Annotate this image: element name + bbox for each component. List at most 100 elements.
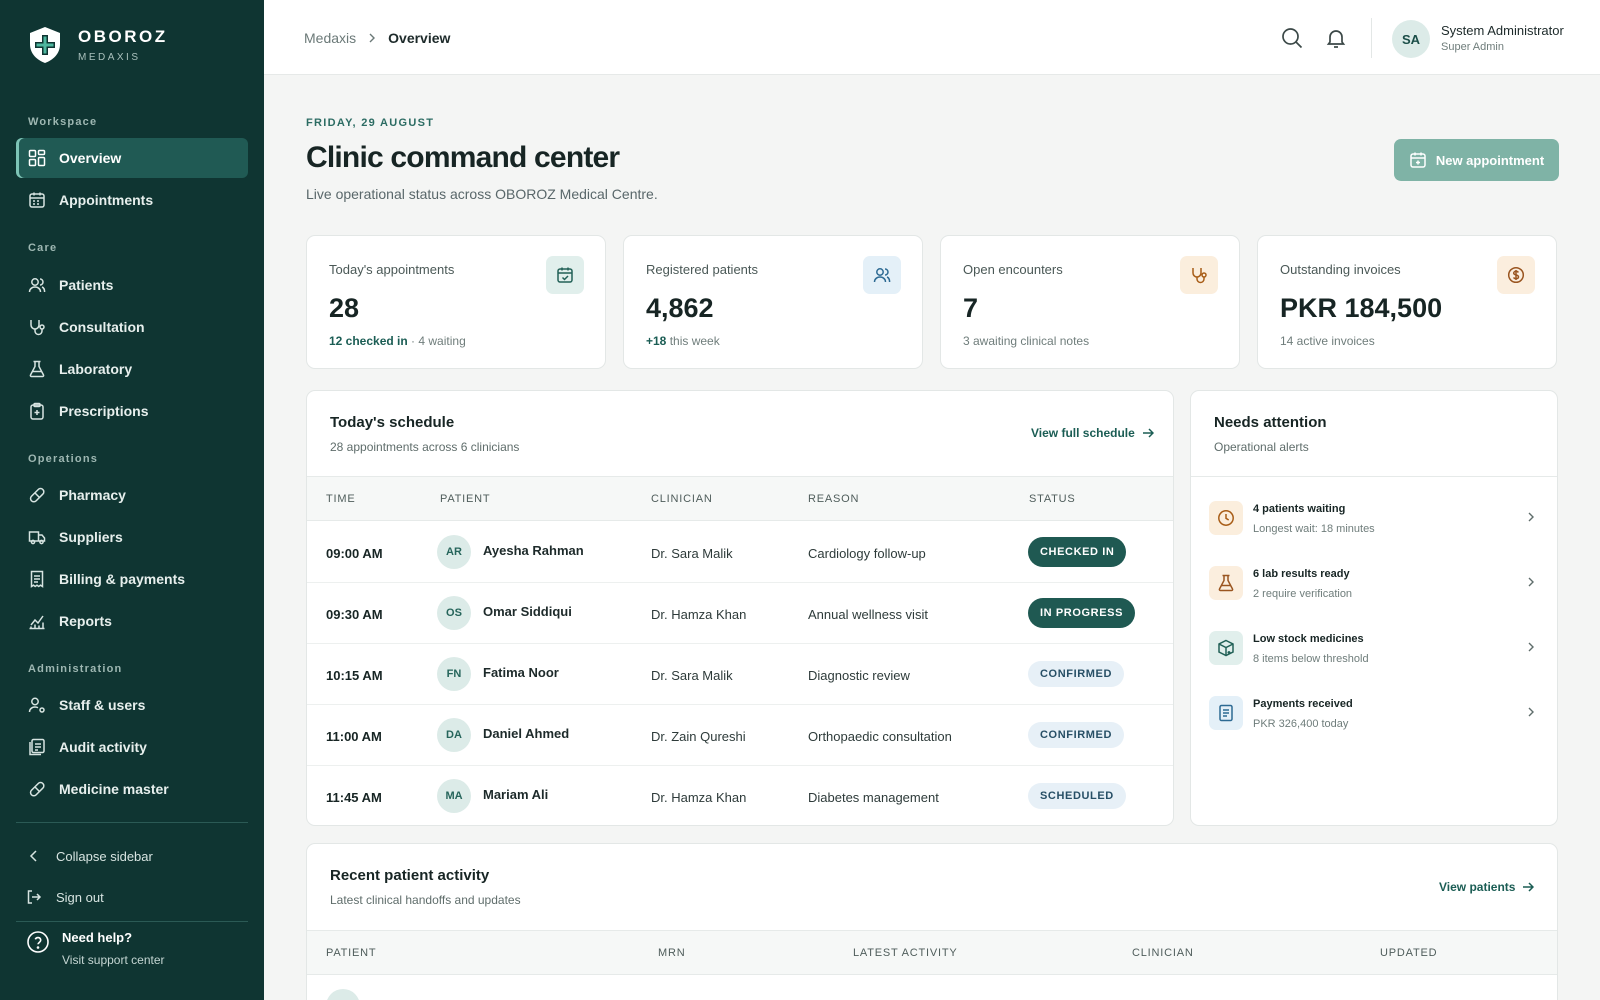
alert-payments-received[interactable]: Payments received PKR 326,400 today [1191, 681, 1557, 745]
needs-attention-panel: Needs attention Operational alerts 4 pat… [1190, 390, 1558, 826]
pill-icon [29, 487, 45, 503]
user-name[interactable]: System Administrator [1441, 23, 1564, 38]
sign-out-button[interactable]: Sign out [16, 879, 248, 915]
chevron-right-icon [1528, 577, 1534, 587]
column-header-mrn[interactable]: MRN [658, 947, 685, 959]
view-patients-link[interactable]: View patients [1439, 880, 1535, 894]
pill-icon [29, 781, 45, 797]
row-patient[interactable]: Ayesha Rahman [483, 543, 584, 558]
sidebar-item-label: Reports [59, 613, 112, 629]
activity-table-header: PATIENT MRN LATEST ACTIVITY CLINICIAN UP… [307, 930, 1557, 975]
stat-card-patients[interactable]: Registered patients 4,862 +18 this week [623, 235, 923, 369]
sidebar-item-reports[interactable]: Reports [16, 601, 248, 641]
sidebar-item-suppliers[interactable]: Suppliers [16, 517, 248, 557]
stat-card-encounters[interactable]: Open encounters 7 3 awaiting clinical no… [940, 235, 1240, 369]
status-badge: CHECKED IN [1028, 537, 1127, 567]
alert-lab-results[interactable]: 6 lab results ready 2 require verificati… [1191, 551, 1557, 615]
column-header-clinician[interactable]: CLINICIAN [651, 493, 713, 505]
truck-icon [28, 531, 46, 545]
calendar-plus-icon [1410, 152, 1426, 168]
sidebar-item-laboratory[interactable]: Laboratory [16, 349, 248, 389]
status-badge: CONFIRMED [1028, 722, 1125, 748]
stat-note: 12 checked in · 4 waiting [329, 334, 466, 348]
bell-icon[interactable] [1324, 26, 1348, 50]
brand[interactable]: OBOROZ MEDAXIS [28, 26, 168, 64]
sidebar-item-label: Appointments [59, 192, 154, 208]
help-link[interactable]: Need help? Visit support center [26, 930, 165, 967]
row-reason: Cardiology follow-up [808, 546, 926, 561]
sidebar-item-label: Laboratory [59, 361, 133, 377]
avatar: MA [437, 779, 471, 813]
table-row[interactable]: 11:45 AM MA Mariam Ali Dr. Hamza Khan Di… [307, 766, 1173, 825]
sidebar-item-overview[interactable]: Overview [16, 138, 248, 178]
row-patient[interactable]: Omar Siddiqui [483, 604, 572, 619]
sidebar-item-label: Medicine master [59, 781, 169, 797]
arrow-right-icon [1523, 882, 1535, 892]
stat-note-strong: 12 checked in [329, 334, 408, 348]
sidebar-item-label: Pharmacy [59, 487, 126, 503]
row-time: 09:00 AM [326, 546, 383, 561]
row-patient[interactable]: Fatima Noor [483, 665, 559, 680]
sidebar-item-medicine-master[interactable]: Medicine master [16, 769, 248, 809]
row-clinician: Dr. Zain Qureshi [651, 729, 746, 744]
alert-patients-waiting[interactable]: 4 patients waiting Longest wait: 18 minu… [1191, 486, 1557, 550]
sidebar-item-label: Consultation [59, 319, 145, 335]
breadcrumb-current: Overview [388, 30, 451, 46]
grid-icon [28, 149, 46, 167]
row-time: 10:15 AM [326, 668, 383, 683]
column-header-patient[interactable]: PATIENT [326, 947, 376, 959]
table-row[interactable]: 09:30 AM OS Omar Siddiqui Dr. Hamza Khan… [307, 583, 1173, 644]
sidebar-item-billing[interactable]: Billing & payments [16, 559, 248, 599]
sidebar-item-audit[interactable]: Audit activity [16, 727, 248, 767]
sidebar-item-patients[interactable]: Patients [16, 265, 248, 305]
sidebar-item-appointments[interactable]: Appointments [16, 180, 248, 220]
column-header-time[interactable]: TIME [326, 493, 355, 505]
stat-card-invoices[interactable]: Outstanding invoices PKR 184,500 14 acti… [1257, 235, 1557, 369]
column-header-updated[interactable]: UPDATED [1380, 947, 1437, 959]
stat-label: Outstanding invoices [1280, 262, 1401, 277]
column-header-clinician[interactable]: CLINICIAN [1132, 947, 1194, 959]
column-header-reason[interactable]: REASON [808, 493, 859, 505]
chevron-right-icon [369, 33, 376, 43]
status-badge: SCHEDULED [1028, 783, 1126, 809]
flask-icon [29, 360, 45, 378]
stethoscope-icon [30, 320, 45, 336]
row-time: 11:45 AM [326, 790, 382, 805]
row-clinician: Dr. Hamza Khan [651, 607, 747, 622]
row-reason: Diabetes management [808, 790, 939, 805]
sidebar-item-pharmacy[interactable]: Pharmacy [16, 475, 248, 515]
alert-subtitle: PKR 326,400 today [1253, 718, 1349, 730]
table-row[interactable]: 11:00 AM DA Daniel Ahmed Dr. Zain Quresh… [307, 705, 1173, 766]
package-icon [1209, 631, 1243, 665]
new-appointment-button[interactable]: New appointment [1394, 139, 1559, 181]
column-header-patient[interactable]: PATIENT [440, 493, 490, 505]
column-header-latest-activity[interactable]: LATEST ACTIVITY [853, 947, 958, 959]
row-clinician: Dr. Hamza Khan [651, 790, 747, 805]
row-reason: Annual wellness visit [808, 607, 928, 622]
table-row[interactable]: 09:00 AM AR Ayesha Rahman Dr. Sara Malik… [307, 522, 1173, 583]
stat-value: 4,862 [646, 293, 714, 323]
view-full-schedule-link[interactable]: View full schedule [1031, 426, 1154, 440]
row-patient[interactable]: Mariam Ali [483, 787, 548, 802]
brand-subtitle: MEDAXIS [78, 52, 141, 63]
search-icon[interactable] [1280, 26, 1304, 50]
table-row[interactable]: 10:15 AM FN Fatima Noor Dr. Sara Malik D… [307, 644, 1173, 705]
sidebar-item-prescriptions[interactable]: Prescriptions [16, 391, 248, 431]
alert-low-stock[interactable]: Low stock medicines 8 items below thresh… [1191, 616, 1557, 680]
sidebar-item-consultation[interactable]: Consultation [16, 307, 248, 347]
breadcrumb-root[interactable]: Medaxis [304, 30, 356, 46]
sidebar-item-label: Suppliers [59, 529, 123, 545]
document-stack-icon [29, 738, 45, 756]
stat-card-appointments[interactable]: Today's appointments 28 12 checked in · … [306, 235, 606, 369]
collapse-sidebar-button[interactable]: Collapse sidebar [16, 838, 248, 874]
schedule-panel: Today's schedule 28 appointments across … [306, 390, 1174, 826]
attention-subtitle: Operational alerts [1214, 440, 1309, 454]
sidebar-item-staff[interactable]: Staff & users [16, 685, 248, 725]
avatar[interactable]: SA [1392, 20, 1430, 58]
row-patient[interactable]: Daniel Ahmed [483, 726, 569, 741]
question-icon [27, 931, 49, 953]
column-header-status[interactable]: STATUS [1029, 493, 1076, 505]
receipt-icon [1209, 696, 1243, 730]
calendar-icon [29, 192, 45, 208]
chart-line-icon [29, 615, 45, 630]
